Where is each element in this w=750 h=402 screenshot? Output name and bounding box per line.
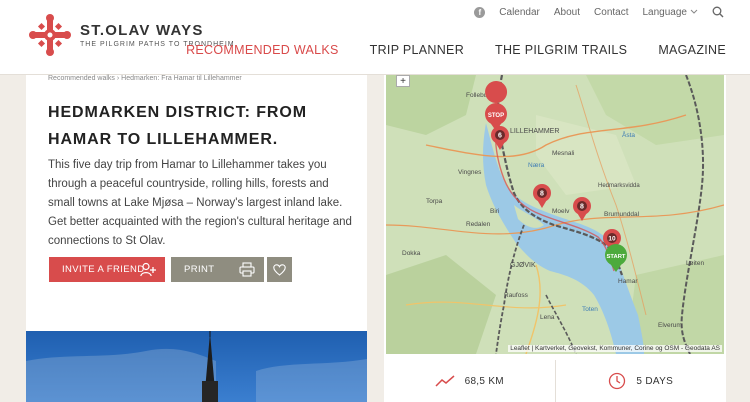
favorite-button[interactable] xyxy=(267,257,292,282)
page-title: HEDMARKEN DISTRICT: FROM HAMAR TO LILLEH… xyxy=(48,104,307,148)
map-label-dokka: Dokka xyxy=(402,250,421,257)
map-label-biri: Biri xyxy=(490,208,499,215)
topnav-calendar[interactable]: Calendar xyxy=(499,7,540,18)
map-label-loiten: Løiten xyxy=(686,260,704,267)
clock-icon xyxy=(609,372,626,390)
distance-value: 68,5 KM xyxy=(464,375,504,387)
nav-pilgrim-trails[interactable]: THE PILGRIM TRAILS xyxy=(495,43,627,57)
marker-6-label: 6 xyxy=(498,133,502,140)
map-label-asta: Åsta xyxy=(622,130,635,139)
map-label-vingnes: Vingnes xyxy=(458,169,482,176)
st-olav-logo[interactable] xyxy=(28,13,72,57)
invite-label: INVITE A FRIEND xyxy=(62,264,145,275)
nav-recommended-walks[interactable]: RECOMMENDED WALKS xyxy=(186,43,339,57)
marker-10-label: 10 xyxy=(608,236,616,243)
church-photo xyxy=(26,331,367,402)
route-map-card: LILLEHAMMER Vingnes Mesnali Næra Åsta He… xyxy=(384,75,726,402)
topnav-contact[interactable]: Contact xyxy=(594,7,628,18)
map-label-follebu: Follebu xyxy=(466,92,488,99)
chevron-down-icon xyxy=(690,9,698,14)
nav-trip-planner[interactable]: TRIP PLANNER xyxy=(370,43,464,57)
map-label-raufoss: Raufoss xyxy=(504,292,529,299)
marker-8a-label: 8 xyxy=(540,191,544,198)
map-label-redalen: Redalen xyxy=(466,221,491,228)
walk-description: This five day trip from Hamar to Lilleha… xyxy=(48,159,352,247)
main-nav: RECOMMENDED WALKS TRIP PLANNER THE PILGR… xyxy=(186,43,726,57)
map-label-hamar: Hamar xyxy=(618,278,638,285)
map-label-torpa: Torpa xyxy=(426,198,443,205)
map-label-moelv: Moelv xyxy=(552,208,570,215)
distance-stat: 68,5 KM xyxy=(384,360,555,402)
map-label-lillehammer: LILLEHAMMER xyxy=(510,128,559,135)
add-user-icon xyxy=(140,262,156,277)
facebook-icon[interactable]: f xyxy=(474,6,486,18)
language-selector[interactable]: Language xyxy=(643,7,699,18)
print-label: PRINT xyxy=(184,264,215,275)
print-button[interactable]: PRINT xyxy=(171,257,264,282)
map-attribution[interactable]: Leaflet | Kartverket, Geovekst, Kommuner… xyxy=(508,345,722,352)
trend-line-icon xyxy=(435,375,455,387)
duration-value: 5 DAYS xyxy=(636,375,674,387)
search-icon[interactable] xyxy=(712,6,724,18)
walk-info-card: Recommended walks › Hedmarken: Fra Hamar… xyxy=(26,75,367,402)
brand-name[interactable]: ST.OLAV WAYS xyxy=(80,22,204,39)
marker-stop-label: STOP xyxy=(488,113,504,119)
map-label-mesnali: Mesnali xyxy=(552,150,574,157)
map-label-gjovik: GJØVIK xyxy=(510,262,536,269)
map-canvas: LILLEHAMMER Vingnes Mesnali Næra Åsta He… xyxy=(386,75,724,354)
language-label: Language xyxy=(642,6,688,18)
map-label-brumunddal: Brumunddal xyxy=(604,211,640,218)
map-label-toten: Toten xyxy=(582,306,598,313)
topnav-about[interactable]: About xyxy=(554,7,580,18)
map-label-naera: Næra xyxy=(528,162,545,169)
marker-start-label: START xyxy=(607,254,626,260)
invite-friend-button[interactable]: INVITE A FRIEND xyxy=(49,257,165,282)
breadcrumb[interactable]: Recommended walks › Hedmarken: Fra Hamar… xyxy=(48,75,242,82)
map-label-lena: Lena xyxy=(540,314,555,321)
site-header: ST.OLAV WAYS THE PILGRIM PATHS TO TRONDH… xyxy=(0,0,750,75)
heart-icon xyxy=(273,263,286,276)
map-label-elverum: Elverum xyxy=(658,322,682,329)
utility-nav: f Calendar About Contact Language xyxy=(474,6,724,18)
route-map[interactable]: LILLEHAMMER Vingnes Mesnali Næra Åsta He… xyxy=(386,75,724,354)
marker-8b-label: 8 xyxy=(580,204,584,211)
duration-stat: 5 DAYS xyxy=(554,360,727,402)
route-stats: 68,5 KM 5 DAYS xyxy=(384,360,726,402)
printer-icon xyxy=(239,262,255,277)
nav-magazine[interactable]: MAGAZINE xyxy=(658,43,726,57)
map-label-hedmarksvidda: Hedmarksvidda xyxy=(598,183,640,189)
zoom-in-button[interactable]: + xyxy=(396,75,410,87)
